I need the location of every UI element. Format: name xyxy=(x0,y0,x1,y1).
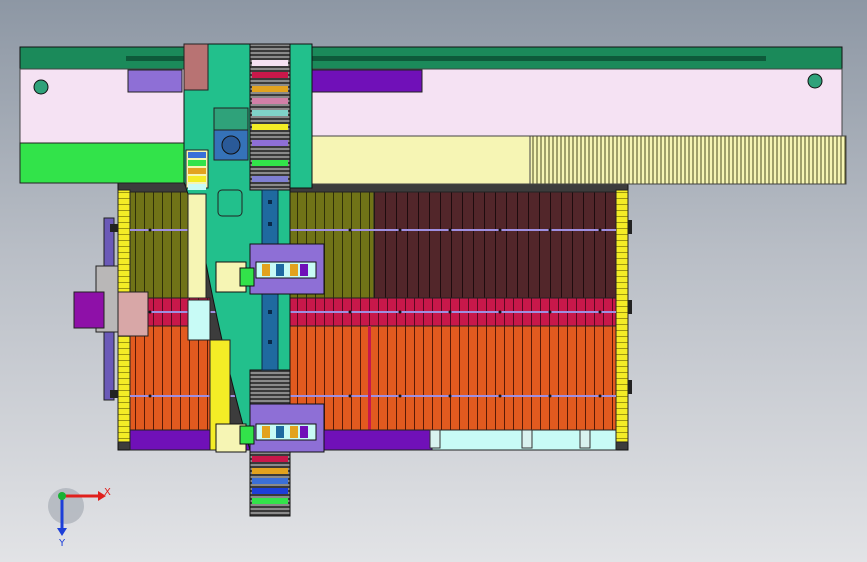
bed-panel-maroon xyxy=(373,191,617,299)
bed-panel-orange xyxy=(129,325,617,431)
x-axis-label: X xyxy=(104,487,111,498)
gantry-machine-model xyxy=(19,43,847,517)
cad-viewport[interactable]: X Y xyxy=(0,0,867,562)
bed-magenta-line xyxy=(368,326,371,430)
y-axis-label: Y xyxy=(58,538,66,548)
gantry-beam xyxy=(19,46,847,185)
z-axis-dot xyxy=(58,492,66,500)
y-axis-arrowhead xyxy=(57,528,67,536)
orientation-triad[interactable]: X Y xyxy=(40,478,120,548)
